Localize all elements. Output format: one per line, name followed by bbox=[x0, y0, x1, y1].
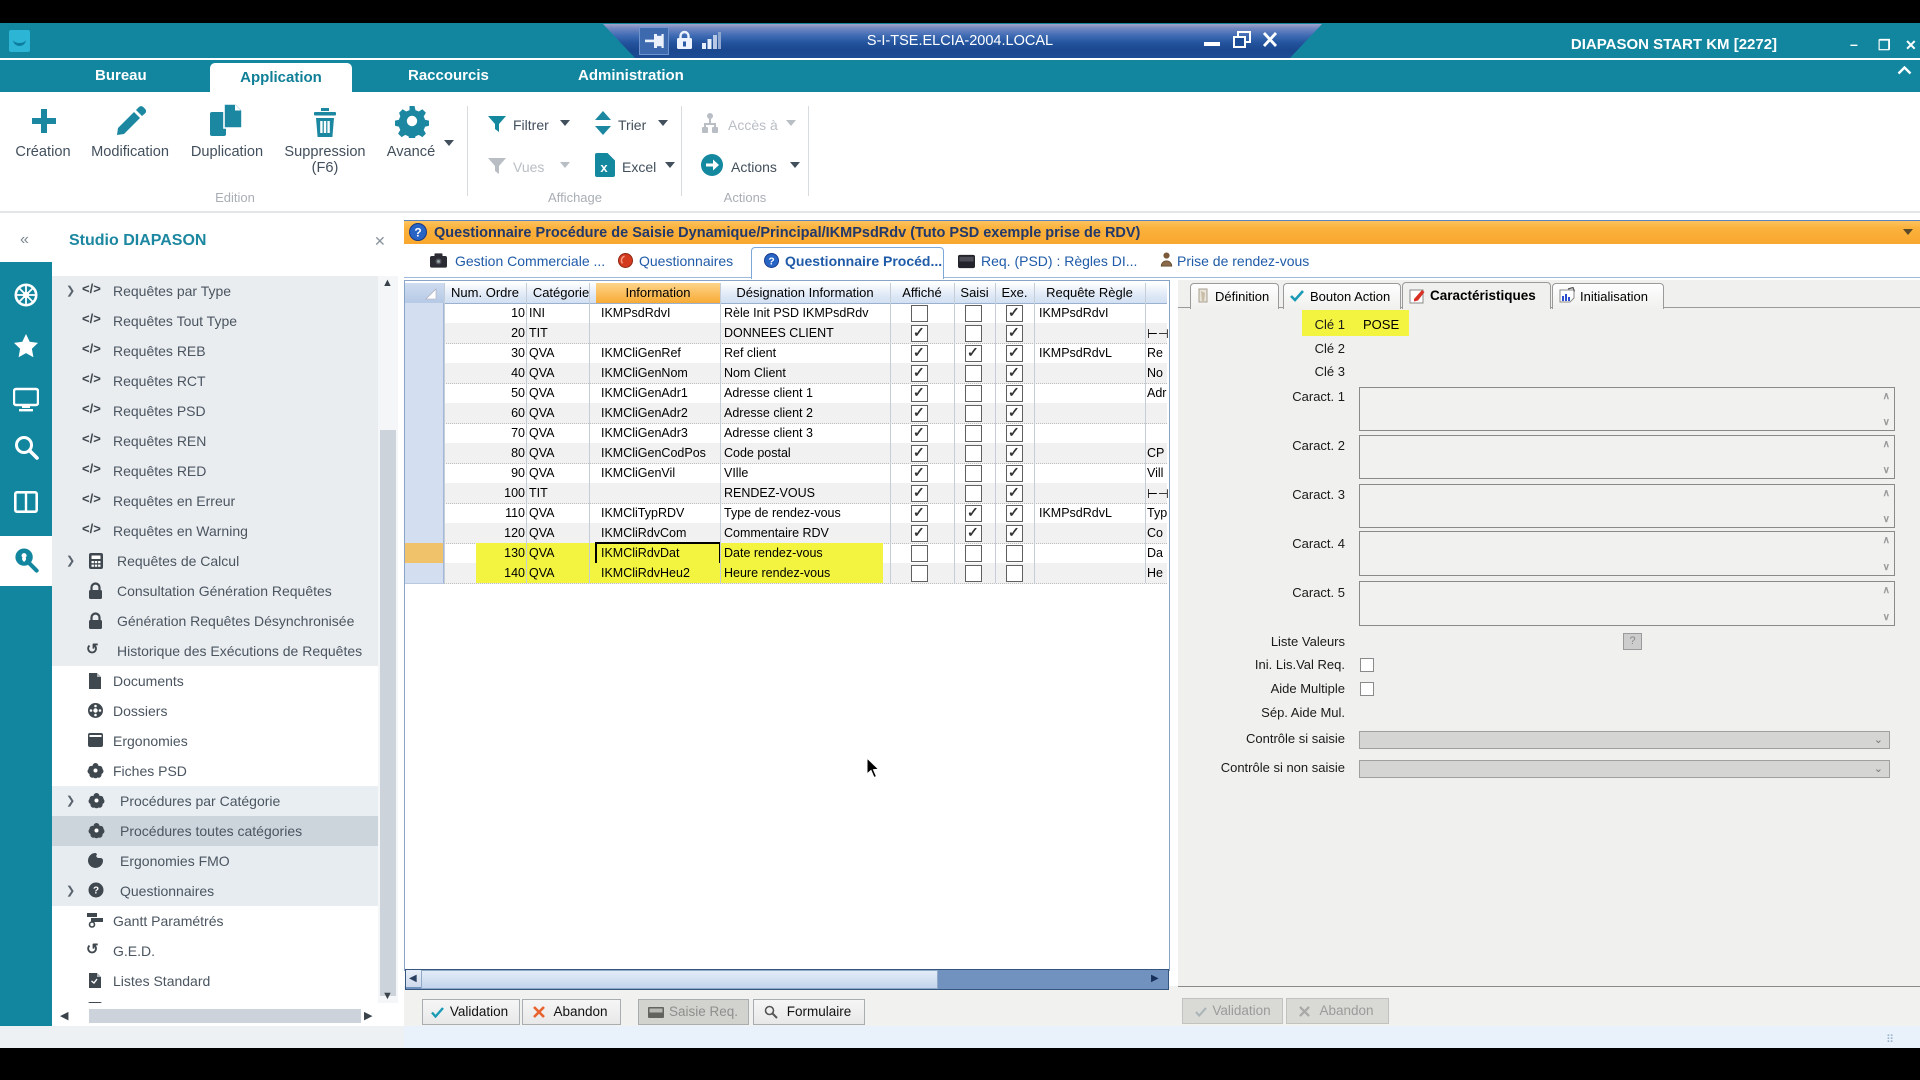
svg-text:?: ? bbox=[93, 886, 99, 897]
svg-text:x: x bbox=[600, 160, 608, 175]
svg-text:?: ? bbox=[414, 225, 421, 239]
svg-text:?: ? bbox=[768, 256, 774, 267]
